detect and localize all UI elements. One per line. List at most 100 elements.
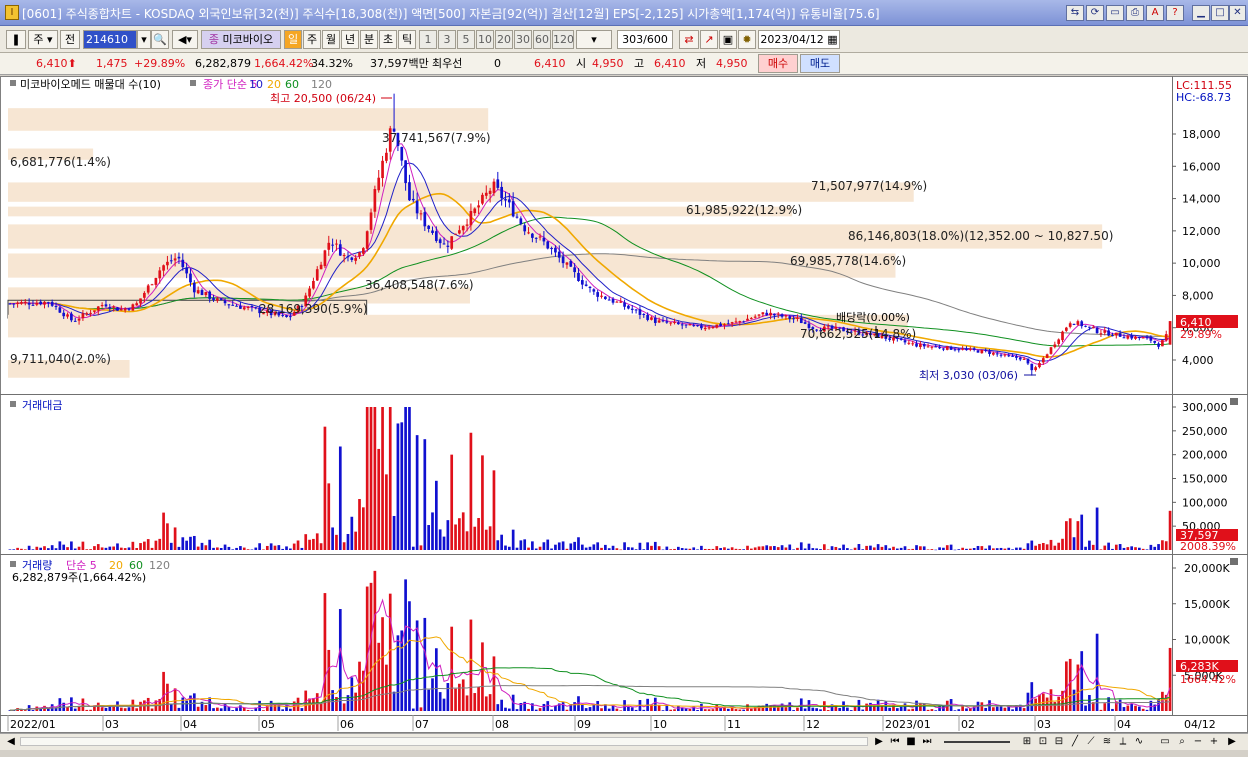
stock-chart[interactable]: 18,00016,00014,00012,00010,0008,0006,000… <box>0 76 1248 733</box>
interval-20[interactable]: 20 <box>495 30 513 49</box>
save-icon[interactable]: ▣ <box>719 30 737 49</box>
interval-60[interactable]: 60 <box>533 30 551 49</box>
period-3[interactable]: 년 <box>341 30 359 49</box>
candle-body <box>58 307 62 313</box>
interval-select[interactable]: ▾ <box>576 30 612 49</box>
speaker-icon[interactable]: ◀▾ <box>172 30 198 49</box>
amount-bar <box>596 542 600 550</box>
candle-body <box>765 312 769 316</box>
candle-body <box>703 327 707 330</box>
volume-tick-label: 15,000K <box>1184 598 1230 611</box>
period-1[interactable]: 주 <box>303 30 321 49</box>
interval-3[interactable]: 3 <box>438 30 456 49</box>
candle-body <box>323 250 327 267</box>
candle-body <box>73 320 77 322</box>
chart-tool-icon[interactable]: ↗ <box>700 30 718 49</box>
x-axis-label: 05 <box>261 718 275 731</box>
buy-button[interactable]: 매수 <box>758 54 798 73</box>
zoom-icon[interactable]: ⌕ <box>1175 735 1189 749</box>
draw-fib-icon[interactable]: ≋ <box>1100 735 1114 749</box>
count-input[interactable]: 303/600 <box>617 30 673 49</box>
candle-body <box>565 262 569 265</box>
scroll-track[interactable] <box>20 737 868 746</box>
sell-button[interactable]: 매도 <box>800 54 840 73</box>
best-value: 0 <box>494 57 501 70</box>
close-button[interactable]: ✕ <box>1229 5 1246 21</box>
candle-body <box>131 304 135 311</box>
dropdown-icon[interactable]: ▾ <box>137 30 151 49</box>
period-5[interactable]: 초 <box>379 30 397 49</box>
window-icon[interactable]: ▭ <box>1106 5 1124 21</box>
volume-bar <box>542 703 546 711</box>
volume-bar <box>584 708 588 711</box>
crosshair-icon[interactable]: ⊞ <box>1020 735 1034 749</box>
candle-body <box>1003 354 1007 356</box>
layout-icon[interactable]: ⊟ <box>1052 735 1066 749</box>
play-icon[interactable]: ⏭ <box>920 735 934 749</box>
volume-profile-label: 70,662,525(14.8%) <box>800 327 916 341</box>
amount-bar <box>39 547 42 550</box>
code-input[interactable]: 214610 <box>83 30 137 49</box>
date-input[interactable]: 2023/04/12 ▦ <box>758 30 840 49</box>
interval-5[interactable]: 5 <box>457 30 475 49</box>
period-6[interactable]: 틱 <box>398 30 416 49</box>
candle-body <box>246 307 250 309</box>
amount-bar <box>208 539 212 550</box>
candle-body <box>803 322 807 324</box>
print-icon[interactable]: ⎙ <box>1126 5 1144 21</box>
amount-bar <box>235 547 238 550</box>
period-2[interactable]: 월 <box>322 30 340 49</box>
draw-channel-icon[interactable]: ⟂ <box>1116 735 1130 749</box>
zoom-in-icon[interactable]: + <box>1207 735 1221 749</box>
period-4[interactable]: 분 <box>360 30 378 49</box>
amount-bar <box>308 539 311 550</box>
chart-scrollbar[interactable]: ◀ ▶ ⏮ ■ ⏭ ⊞ ⊡ ⊟ ╱ ⟋ ≋ ⟂ ∿ ▭ ⌕ − + ▶ <box>0 733 1248 750</box>
swap-icon[interactable]: ⇄ <box>679 30 699 49</box>
help-icon[interactable]: ? <box>1166 5 1184 21</box>
draw-line-icon[interactable]: ╱ <box>1068 735 1082 749</box>
volume-bar <box>216 707 219 711</box>
minimize-button[interactable]: ▁ <box>1192 5 1210 21</box>
candle-body <box>1038 362 1041 368</box>
maximize-button[interactable]: □ <box>1211 5 1229 21</box>
amount-bar <box>246 549 250 550</box>
candle-body <box>235 305 238 307</box>
link-icon[interactable]: ⇆ <box>1066 5 1084 21</box>
search-icon[interactable]: 🔍 <box>151 30 169 49</box>
scroll-left-icon[interactable]: ◀ <box>4 735 18 749</box>
interval-120[interactable]: 120 <box>552 30 574 49</box>
type-select[interactable]: 주 ▾ <box>28 30 58 49</box>
bookmark-icon[interactable]: ❚ <box>6 30 26 49</box>
refresh-icon[interactable]: ⟳ <box>1086 5 1104 21</box>
view-icon[interactable]: ▭ <box>1158 735 1172 749</box>
high-label: 고 <box>634 57 645 70</box>
volume-ma-5-line <box>9 598 1171 711</box>
prev-button[interactable]: 전 <box>60 30 80 49</box>
candle-body <box>154 277 158 285</box>
y-tick-label: 16,000 <box>1182 160 1221 173</box>
amount-bar <box>346 533 350 550</box>
step-back-icon[interactable]: ⏮ <box>888 735 902 749</box>
interval-10[interactable]: 10 <box>476 30 494 49</box>
candle-body <box>742 321 746 323</box>
chart-area[interactable]: 18,000 16,000 14,000 12,000 10,000 8,000 6,000… <box>0 76 1248 733</box>
scroll-right-icon[interactable]: ▶ <box>872 735 886 749</box>
amount-bar <box>362 507 365 550</box>
zoom-slider[interactable] <box>944 741 1010 743</box>
grid-icon[interactable]: ⊡ <box>1036 735 1050 749</box>
scroll-end-icon[interactable]: ▶ <box>1225 735 1239 749</box>
font-icon[interactable]: A <box>1146 5 1164 21</box>
zoom-out-icon[interactable]: − <box>1191 735 1205 749</box>
settings-icon[interactable]: ✹ <box>738 30 756 49</box>
draw-cycle-icon[interactable]: ∿ <box>1132 735 1146 749</box>
last-pct-label: 29.89% <box>1180 328 1222 341</box>
volume-bar <box>507 708 511 711</box>
amount-bars <box>8 407 1172 551</box>
stop-icon[interactable]: ■ <box>904 735 918 749</box>
interval-1[interactable]: 1 <box>419 30 437 49</box>
interval-30[interactable]: 30 <box>514 30 532 49</box>
period-0[interactable]: 일 <box>284 30 302 49</box>
amount-bar <box>85 549 89 550</box>
draw-trend-icon[interactable]: ⟋ <box>1084 735 1098 749</box>
amount-bar <box>296 540 300 550</box>
